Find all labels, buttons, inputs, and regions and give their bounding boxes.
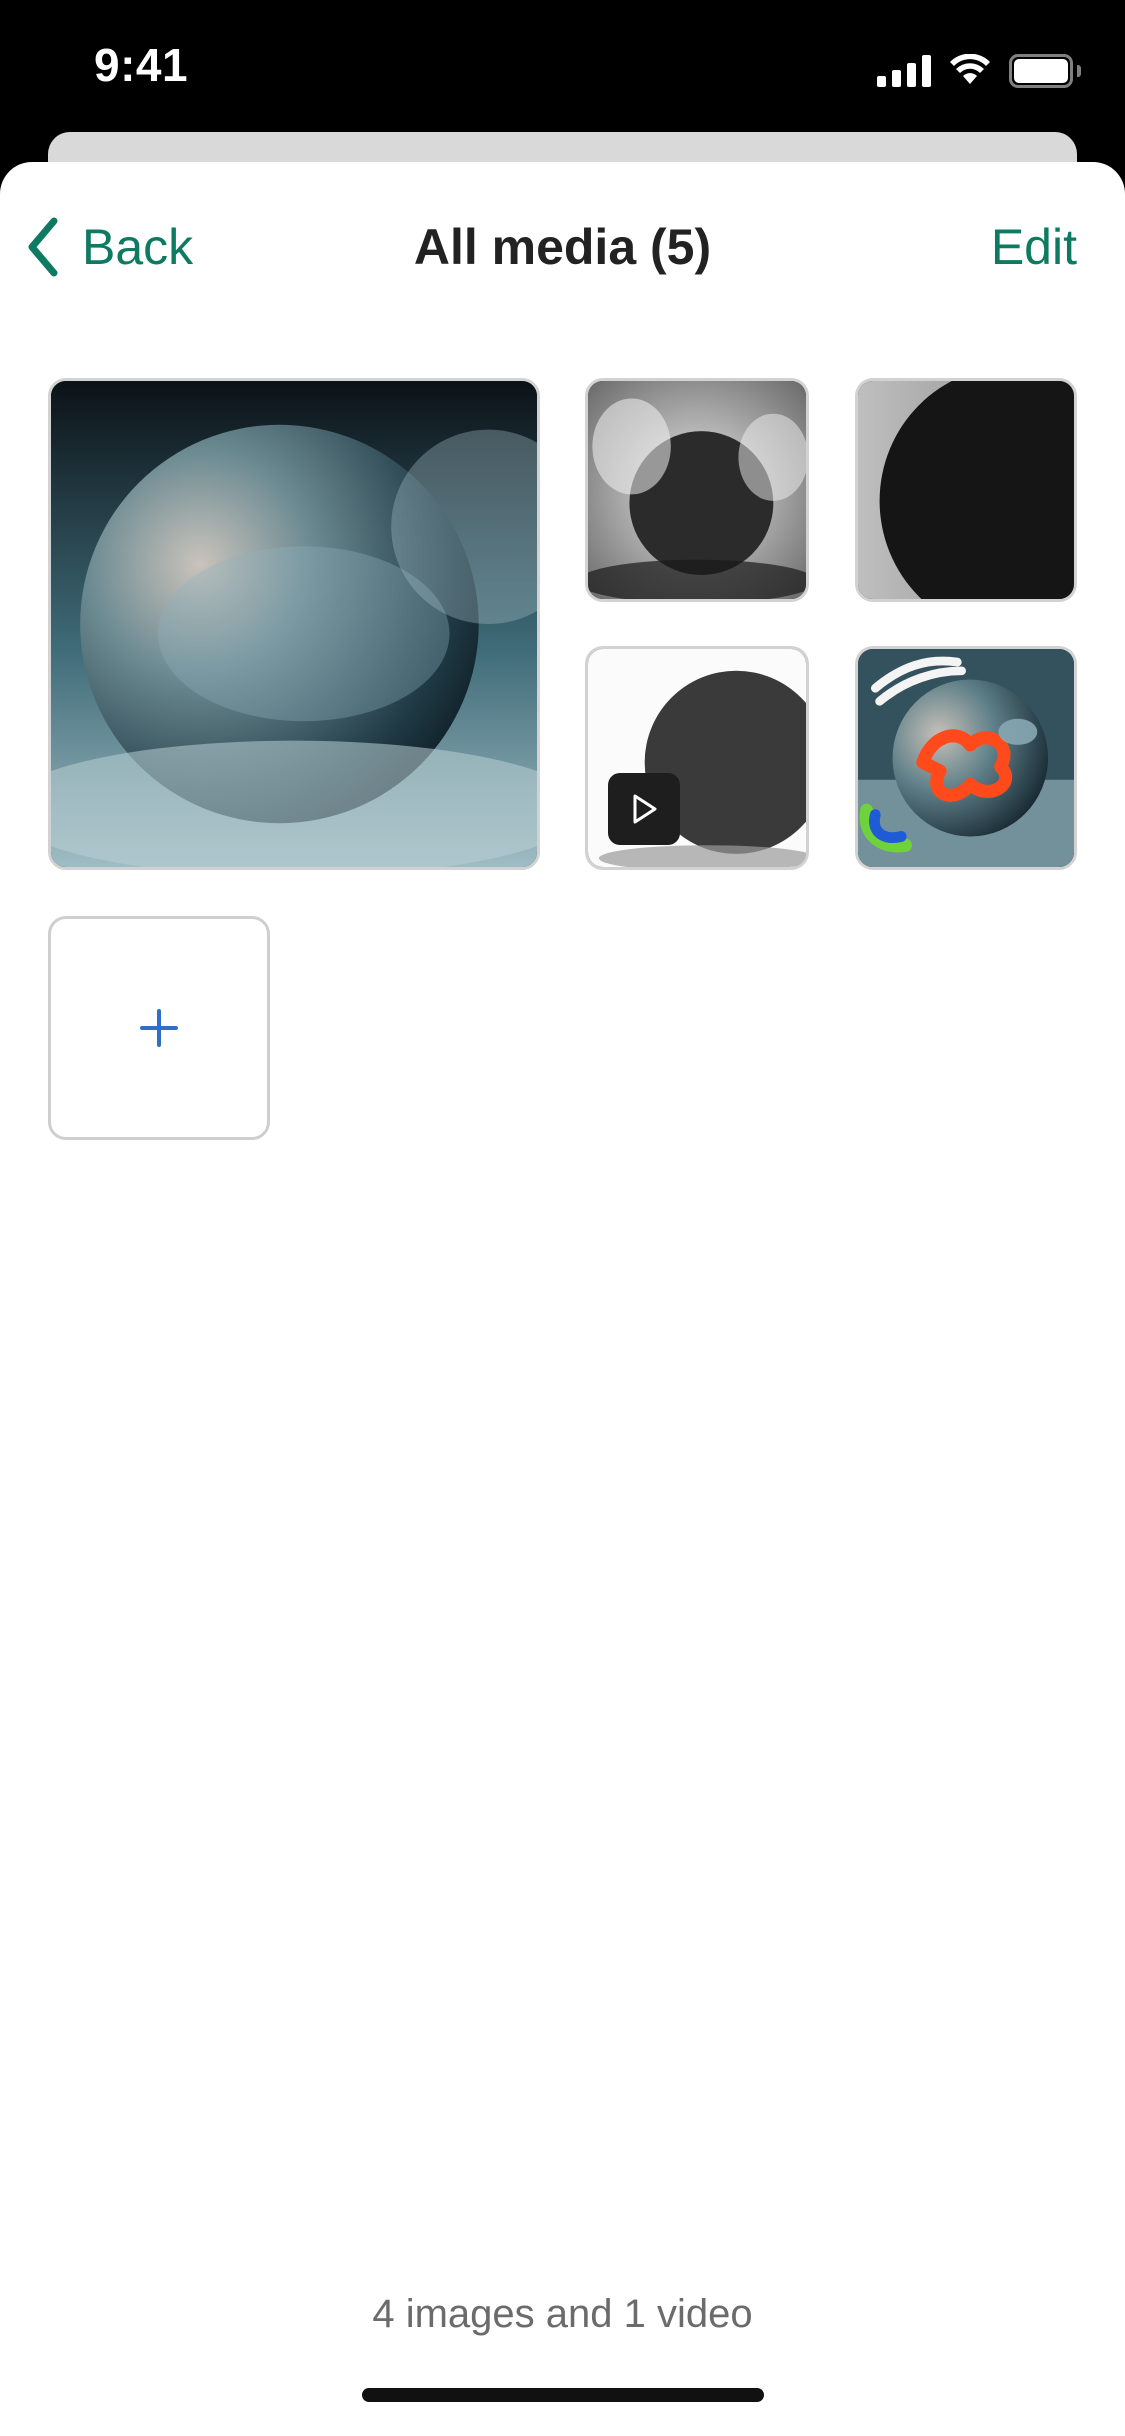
media-thumbnail-1[interactable] <box>48 378 540 870</box>
battery-icon <box>1009 54 1081 88</box>
media-summary: 4 images and 1 video <box>372 2292 753 2336</box>
media-screen: 9:41 Back All media (5) Edit 4 images an… <box>0 0 1125 2436</box>
navigation-bar: Back All media (5) Edit <box>0 162 1125 332</box>
status-bar: 9:41 <box>0 0 1125 140</box>
media-sheet: Back All media (5) Edit 4 images and 1 v… <box>0 162 1125 2436</box>
media-thumbnail-5[interactable] <box>855 646 1077 870</box>
sphere-in-fog-image <box>51 381 537 867</box>
home-indicator[interactable] <box>362 2388 764 2402</box>
cellular-signal-icon <box>877 53 931 87</box>
play-icon <box>633 794 657 824</box>
plus-icon <box>140 1009 178 1047</box>
video-badge <box>608 773 680 845</box>
wifi-icon <box>950 54 990 84</box>
status-time: 9:41 <box>94 39 189 91</box>
edit-button[interactable]: Edit <box>991 218 1077 276</box>
media-thumbnail-2[interactable] <box>585 378 809 602</box>
media-thumbnail-4[interactable] <box>585 646 809 870</box>
media-thumbnail-3[interactable] <box>855 378 1077 602</box>
sphere-with-drawing-marks-image <box>858 649 1074 867</box>
dark-sphere-closeup-image <box>858 381 1074 599</box>
add-media-button[interactable] <box>48 916 270 1140</box>
page-title: All media (5) <box>413 219 712 275</box>
dark-sphere-with-smoke-image <box>588 381 806 599</box>
status-icons <box>877 48 1081 92</box>
